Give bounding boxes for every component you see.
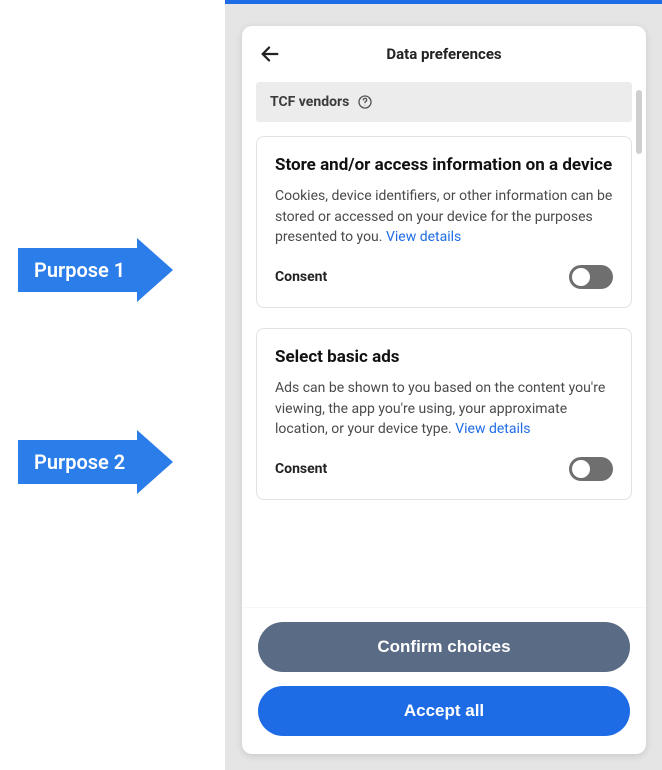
modal-body: TCF vendors Store and/or access informat… — [242, 82, 646, 607]
purpose-description: Ads can be shown to you based on the con… — [275, 378, 613, 439]
confirm-choices-button[interactable]: Confirm choices — [258, 622, 630, 672]
annotation-arrow-purpose-2: Purpose 2 — [18, 430, 173, 494]
back-arrow-icon — [259, 43, 281, 65]
consent-label: Consent — [275, 461, 327, 477]
purpose-title: Store and/or access information on a dev… — [275, 155, 613, 176]
view-details-link[interactable]: View details — [455, 421, 530, 437]
purpose-card: Select basic ads Ads can be shown to you… — [256, 328, 632, 500]
tcf-vendors-label: TCF vendors — [270, 94, 349, 110]
purpose-card: Store and/or access information on a dev… — [256, 136, 632, 308]
data-preferences-modal: Data preferences TCF vendors Store and/o… — [242, 26, 646, 754]
purpose-title: Select basic ads — [275, 347, 613, 368]
toggle-knob — [572, 268, 590, 286]
help-icon[interactable] — [357, 94, 373, 110]
consent-toggle[interactable] — [569, 265, 613, 289]
back-button[interactable] — [256, 40, 284, 68]
annotation-arrow-purpose-1: Purpose 1 — [18, 238, 173, 302]
arrow-head-icon — [137, 430, 173, 494]
annotation-label: Purpose 2 — [18, 440, 137, 484]
scrollbar[interactable] — [636, 90, 642, 154]
accept-all-button[interactable]: Accept all — [258, 686, 630, 736]
view-details-link[interactable]: View details — [386, 229, 461, 245]
modal-footer: Confirm choices Accept all — [242, 607, 646, 754]
purpose-description: Cookies, device identifiers, or other in… — [275, 186, 613, 247]
consent-toggle[interactable] — [569, 457, 613, 481]
tcf-vendors-bar[interactable]: TCF vendors — [256, 82, 632, 122]
toggle-knob — [572, 460, 590, 478]
arrow-head-icon — [137, 238, 173, 302]
consent-label: Consent — [275, 269, 327, 285]
modal-title: Data preferences — [386, 45, 501, 63]
consent-row: Consent — [275, 265, 613, 289]
modal-header: Data preferences — [242, 26, 646, 82]
consent-row: Consent — [275, 457, 613, 481]
annotation-label: Purpose 1 — [18, 248, 137, 292]
